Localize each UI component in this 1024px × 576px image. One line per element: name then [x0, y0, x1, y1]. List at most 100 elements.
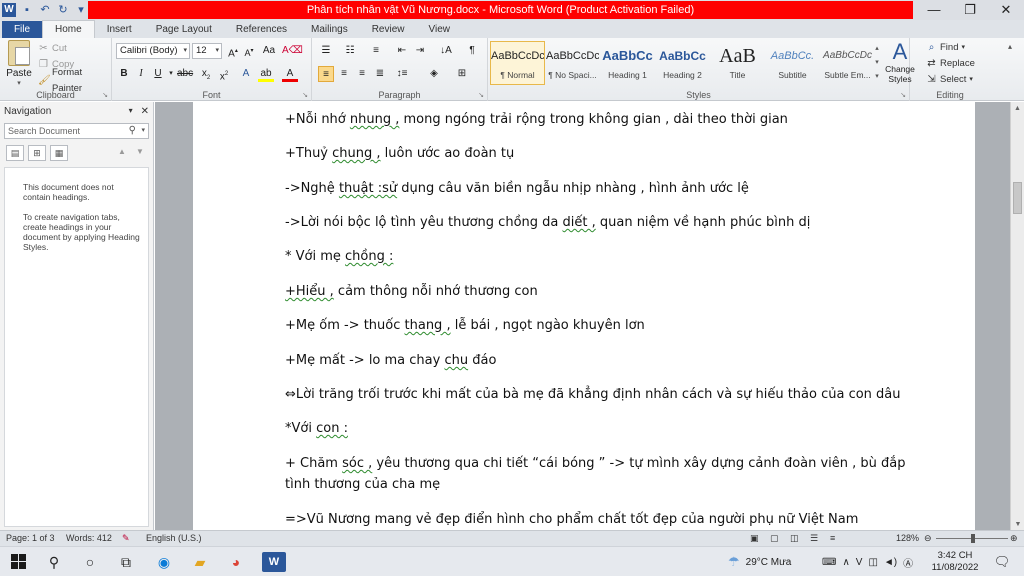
style-heading-1[interactable]: AaBbCc Heading 1 — [600, 41, 655, 85]
search-document-input[interactable]: Search Document ⚲ ▾ — [4, 123, 149, 139]
tab-review[interactable]: Review — [360, 21, 417, 38]
align-center-icon[interactable]: ≡ — [336, 66, 352, 82]
search-icon[interactable]: ⚲ — [44, 552, 64, 572]
search-icon[interactable]: ⚲ — [129, 124, 136, 138]
chevron-down-icon[interactable]: ▾ — [141, 124, 145, 138]
language-indicator-icon[interactable]: Ⓐ — [903, 555, 913, 570]
browse-results-icon[interactable]: ▦ — [50, 145, 68, 161]
paste-button[interactable]: Paste ▾ — [4, 40, 34, 87]
tab-file[interactable]: File — [2, 21, 42, 38]
undo-icon[interactable]: ↶ — [38, 3, 52, 17]
outline-icon[interactable]: ☰ — [810, 533, 818, 544]
style-subtle-emphasis[interactable]: AaBbCcDc Subtle Em... — [820, 41, 875, 85]
find-button[interactable]: ⌕ Find ▾ — [926, 40, 975, 56]
tab-home[interactable]: Home — [42, 20, 95, 38]
weather-widget[interactable]: ☂ 29°C Mưa — [728, 547, 791, 576]
pane-options-icon[interactable]: ▾ — [129, 106, 133, 117]
draft-icon[interactable]: ≡ — [830, 533, 835, 543]
chevron-up-icon[interactable]: ∧ — [842, 557, 849, 568]
justify-icon[interactable]: ≣ — [372, 66, 388, 82]
speaker-icon[interactable]: ◄) — [884, 557, 897, 568]
style-heading-2[interactable]: AaBbCc Heading 2 — [655, 41, 710, 85]
previous-arrow-icon[interactable]: ▲ — [118, 147, 126, 156]
tab-insert[interactable]: Insert — [95, 21, 144, 38]
strikethrough-icon[interactable]: abc — [177, 66, 193, 82]
font-size-select[interactable]: 12 ▾ — [192, 43, 222, 59]
decrease-indent-icon[interactable]: ⇤ — [394, 43, 410, 59]
scroll-up-icon[interactable]: ▲ — [1011, 102, 1024, 116]
tab-page-layout[interactable]: Page Layout — [144, 21, 224, 38]
full-screen-icon[interactable]: ▢ — [770, 533, 779, 544]
notifications-icon[interactable]: 🗨 — [992, 552, 1012, 572]
zoom-in-icon[interactable]: ⊕ — [1010, 533, 1018, 544]
page-count[interactable]: Page: 1 of 3 — [6, 533, 55, 543]
change-styles-button[interactable]: A Change Styles — [882, 40, 918, 85]
increase-indent-icon[interactable]: ⇥ — [412, 43, 428, 59]
redo-icon[interactable]: ↻ — [56, 3, 70, 17]
chrome-icon[interactable]: ◕ — [226, 552, 246, 572]
collapse-ribbon-icon[interactable]: ▴ — [1008, 42, 1012, 51]
language[interactable]: English (U.S.) — [146, 533, 202, 543]
numbering-icon[interactable]: ☷ — [342, 43, 358, 59]
clear-formatting-icon[interactable]: A⌫ — [282, 43, 303, 59]
cut-button[interactable]: ✂ Cut — [38, 41, 111, 57]
web-layout-icon[interactable]: ◫ — [790, 533, 799, 544]
close-button[interactable]: ✕ — [988, 0, 1024, 20]
replace-button[interactable]: ⇄ Replace — [926, 56, 975, 72]
vertical-scrollbar[interactable]: ▲ ▼ — [1010, 102, 1024, 530]
save-icon[interactable]: ▪ — [20, 3, 34, 17]
font-launcher-icon[interactable]: ↘ — [302, 91, 308, 99]
cortana-icon[interactable]: ○ — [80, 552, 100, 572]
minimize-button[interactable]: — — [916, 0, 952, 20]
paragraph-launcher-icon[interactable]: ↘ — [478, 91, 484, 99]
print-layout-icon[interactable]: ▣ — [750, 533, 759, 544]
align-left-icon[interactable]: ≡ — [318, 66, 334, 82]
style-no-spacing[interactable]: AaBbCcDc ¶ No Spaci... — [545, 41, 600, 85]
change-case-icon[interactable]: Aa — [261, 43, 277, 59]
clock[interactable]: 3:42 CH 11/08/2022 — [930, 547, 980, 576]
select-button[interactable]: ⇲ Select ▾ — [926, 72, 975, 88]
style-normal[interactable]: AaBbCcDc ¶ Normal — [490, 41, 545, 85]
bullets-icon[interactable]: ☰ — [318, 43, 334, 59]
browse-pages-icon[interactable]: ⊞ — [28, 145, 46, 161]
vietnamese-input-icon[interactable]: V — [856, 557, 863, 568]
browse-headings-icon[interactable]: ▤ — [6, 145, 24, 161]
show-marks-icon[interactable]: ¶ — [464, 43, 480, 59]
word-logo-icon[interactable]: W — [2, 3, 16, 17]
multilevel-list-icon[interactable]: ≡ — [368, 43, 384, 59]
superscript-icon[interactable]: x2 — [216, 66, 232, 82]
sort-icon[interactable]: ↓A — [438, 43, 454, 59]
close-pane-icon[interactable]: ✕ — [141, 106, 149, 117]
clipboard-launcher-icon[interactable]: ↘ — [102, 91, 108, 99]
shrink-font-icon[interactable]: A▾ — [241, 43, 257, 59]
tab-references[interactable]: References — [224, 21, 299, 38]
highlight-icon[interactable]: ab — [258, 66, 274, 82]
paste-dropdown-icon[interactable]: ▾ — [4, 79, 34, 87]
ime-icon[interactable]: ⌨ — [822, 557, 836, 568]
styles-launcher-icon[interactable]: ↘ — [900, 91, 906, 99]
format-painter-button[interactable]: 🖌 Format Painter — [38, 67, 111, 94]
next-arrow-icon[interactable]: ▼ — [136, 147, 144, 156]
font-color-icon[interactable]: A — [282, 66, 298, 82]
tab-view[interactable]: View — [417, 21, 463, 38]
zoom-slider-thumb[interactable] — [971, 534, 975, 543]
align-right-icon[interactable]: ≡ — [354, 66, 370, 82]
line-spacing-icon[interactable]: ↕≡ — [394, 66, 410, 82]
italic-icon[interactable]: I — [133, 66, 149, 82]
network-icon[interactable]: ◫ — [868, 557, 877, 568]
subscript-icon[interactable]: x2 — [198, 66, 214, 82]
borders-icon[interactable]: ⊞ — [454, 66, 470, 82]
task-view-icon[interactable]: ⧉ — [116, 552, 136, 572]
scroll-down-icon[interactable]: ▼ — [1011, 521, 1024, 528]
word-count[interactable]: Words: 412 — [66, 533, 112, 543]
grow-font-icon[interactable]: A▴ — [225, 43, 241, 59]
tab-mailings[interactable]: Mailings — [299, 21, 360, 38]
maximize-button[interactable]: ❐ — [952, 0, 988, 20]
edge-icon[interactable]: ◉ — [154, 552, 174, 572]
zoom-out-icon[interactable]: ⊖ — [924, 533, 932, 544]
style-subtitle[interactable]: AaBbCc. Subtitle — [765, 41, 820, 85]
start-button[interactable] — [8, 552, 28, 572]
shading-icon[interactable]: ◈ — [426, 66, 442, 82]
bold-icon[interactable]: B — [116, 66, 132, 82]
word-taskbar-icon[interactable]: W — [262, 552, 286, 572]
